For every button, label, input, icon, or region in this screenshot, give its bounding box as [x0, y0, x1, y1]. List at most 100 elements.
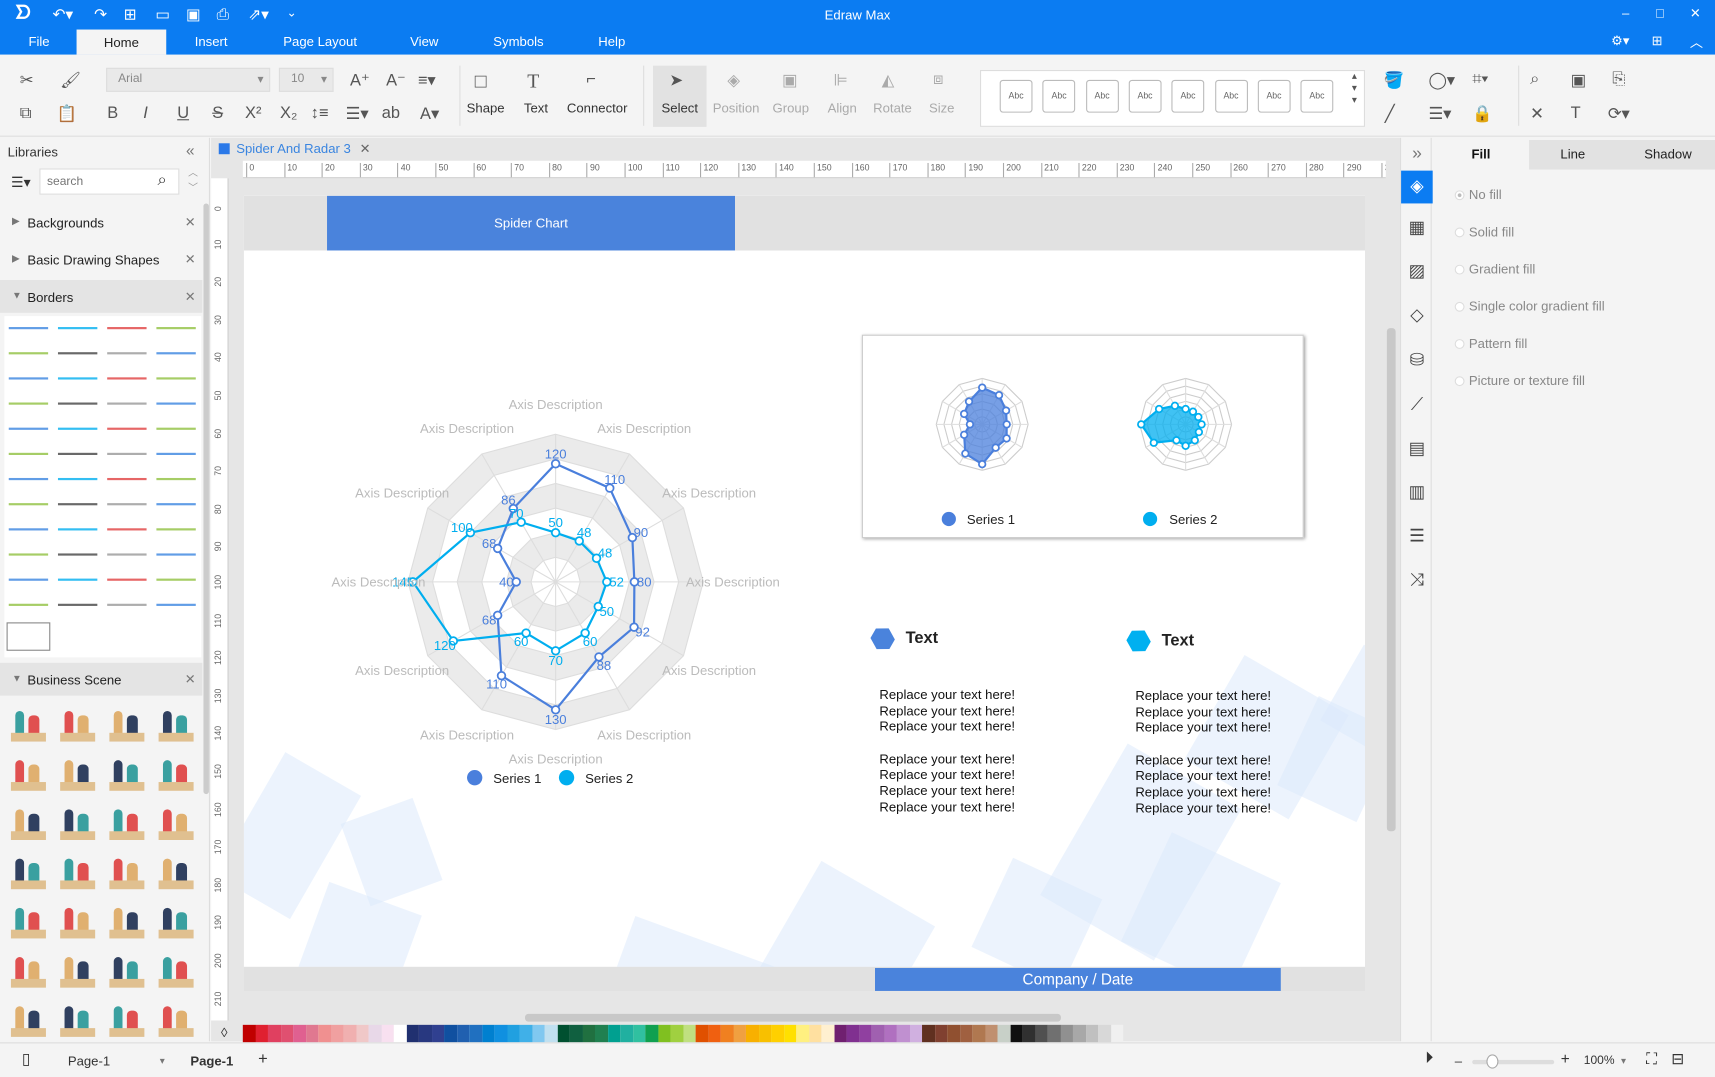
subscript-icon[interactable]: X₂	[280, 104, 297, 123]
color-swatch[interactable]	[620, 1024, 633, 1043]
fill-panel-icon[interactable]: ◈	[1401, 170, 1433, 204]
close-icon[interactable]: ✕	[185, 289, 196, 304]
paste-icon[interactable]: 📋	[57, 104, 77, 124]
vertical-scrollbar[interactable]	[1386, 328, 1396, 832]
border-thumbnail[interactable]	[57, 352, 98, 355]
play-icon[interactable]: ⏵	[1425, 1049, 1433, 1068]
horizontal-scrollbar[interactable]	[525, 1013, 1061, 1022]
radio-button[interactable]	[1454, 190, 1465, 201]
business-scene-thumbnail[interactable]	[60, 707, 96, 744]
border-thumbnail[interactable]	[8, 427, 49, 430]
fill-option[interactable]: No fill	[1454, 187, 1502, 202]
radar-point[interactable]	[1170, 401, 1180, 410]
border-thumbnail[interactable]	[156, 503, 196, 506]
border-thumbnail[interactable]	[156, 402, 196, 405]
color-swatch[interactable]	[846, 1024, 860, 1043]
border-thumbnail[interactable]	[8, 528, 49, 531]
border-thumbnail[interactable]	[156, 327, 196, 330]
search-icon[interactable]: ⌕	[158, 171, 167, 190]
border-thumbnail[interactable]	[57, 553, 98, 556]
database-icon[interactable]: ⛁	[1401, 345, 1433, 378]
color-swatch[interactable]	[972, 1024, 985, 1043]
color-swatch[interactable]	[909, 1024, 923, 1043]
line-spacing-icon[interactable]: ↕≡	[311, 104, 329, 123]
business-scene-thumbnail[interactable]	[109, 805, 145, 842]
color-swatch[interactable]	[1085, 1024, 1099, 1043]
border-thumbnail[interactable]	[156, 603, 196, 606]
radar-point[interactable]	[965, 420, 975, 429]
align-icon[interactable]: ≡▾	[418, 70, 436, 90]
style-preset-8[interactable]: Abc	[1300, 79, 1334, 113]
border-thumbnail[interactable]	[8, 452, 49, 455]
radar-point[interactable]	[1190, 436, 1199, 445]
color-swatch[interactable]	[783, 1024, 797, 1043]
border-thumbnail[interactable]	[156, 553, 196, 556]
color-swatch[interactable]	[494, 1024, 507, 1043]
color-swatch[interactable]	[368, 1024, 382, 1043]
border-thumbnail[interactable]	[57, 327, 98, 330]
border-thumbnail[interactable]	[107, 553, 147, 556]
select-button[interactable]: ➤ Select	[652, 65, 707, 127]
color-swatch[interactable]	[456, 1024, 470, 1043]
search-icon[interactable]: ⌕	[1530, 70, 1539, 89]
style-preset-5[interactable]: Abc	[1171, 79, 1205, 113]
color-swatch[interactable]	[758, 1024, 772, 1043]
gallery-scroll-icon[interactable]: ▴ ▾ ▾	[1352, 70, 1357, 106]
page-select[interactable]: Page-1	[68, 1053, 110, 1068]
zoom-slider[interactable]	[1472, 1054, 1555, 1069]
style-preset-6[interactable]: Abc	[1214, 79, 1248, 113]
business-scene-thumbnail[interactable]	[158, 1002, 194, 1039]
radio-button[interactable]	[1454, 301, 1465, 312]
business-scene-thumbnail[interactable]	[109, 903, 145, 940]
color-swatch[interactable]	[544, 1024, 558, 1043]
color-swatch[interactable]	[821, 1024, 834, 1043]
document-tab[interactable]: Spider And Radar 3 ✕	[218, 141, 371, 163]
border-thumbnail[interactable]	[6, 622, 51, 651]
color-swatch[interactable]	[1098, 1024, 1111, 1043]
zoom-slider-handle[interactable]	[1486, 1054, 1499, 1069]
color-swatch[interactable]	[406, 1024, 419, 1043]
zoom-in-button[interactable]: +	[1561, 1050, 1570, 1068]
radio-button[interactable]	[1454, 376, 1465, 387]
business-scene-thumbnail[interactable]	[158, 903, 194, 940]
color-swatch[interactable]	[884, 1024, 897, 1043]
border-thumbnail[interactable]	[57, 452, 98, 455]
border-thumbnail[interactable]	[8, 352, 49, 355]
radio-button[interactable]	[1454, 227, 1465, 238]
border-thumbnail[interactable]	[107, 603, 147, 606]
business-scene-thumbnail[interactable]	[10, 805, 46, 842]
border-thumbnail[interactable]	[8, 402, 49, 405]
text-button[interactable]: Text	[518, 101, 553, 116]
text-block-1-body[interactable]: Replace your text here! Replace your text…	[879, 687, 1015, 816]
business-scene-thumbnail[interactable]	[158, 854, 194, 891]
color-swatch[interactable]	[318, 1024, 331, 1043]
company-date-box[interactable]: Company / Date	[875, 967, 1281, 991]
color-swatch[interactable]	[1060, 1024, 1073, 1043]
grid-icon[interactable]: ▦	[1401, 212, 1433, 245]
color-swatch[interactable]	[557, 1024, 570, 1043]
business-scene-thumbnail[interactable]	[109, 953, 145, 990]
collapse-ribbon-icon[interactable]: ︿	[1690, 33, 1703, 52]
color-swatch[interactable]	[1072, 1024, 1086, 1043]
color-swatch[interactable]	[469, 1024, 482, 1043]
border-thumbnail[interactable]	[57, 477, 98, 481]
color-swatch[interactable]	[720, 1024, 734, 1043]
color-swatch[interactable]	[481, 1024, 495, 1043]
fill-option[interactable]: Single color gradient fill	[1454, 299, 1605, 314]
color-swatch[interactable]	[431, 1024, 445, 1043]
border-thumbnail[interactable]	[156, 528, 196, 531]
business-scene-thumbnail[interactable]	[10, 756, 46, 793]
format-painter-icon[interactable]: 🖌	[60, 70, 81, 90]
line-color-icon[interactable]: ╱	[1385, 104, 1395, 124]
chevron-down-icon[interactable]: ▾	[1621, 1055, 1626, 1067]
border-thumbnail[interactable]	[107, 402, 147, 405]
library-business-scene[interactable]: ▼ Business Scene ✕	[0, 662, 203, 696]
radar-point[interactable]	[994, 391, 1004, 400]
italic-icon[interactable]: I	[143, 104, 148, 123]
border-thumbnail[interactable]	[8, 503, 49, 506]
menu-view[interactable]: View	[410, 34, 438, 49]
border-thumbnail[interactable]	[57, 402, 98, 405]
business-scene-thumbnail[interactable]	[60, 1002, 96, 1039]
text-icon[interactable]: T	[527, 70, 539, 93]
color-swatch[interactable]	[569, 1024, 583, 1043]
